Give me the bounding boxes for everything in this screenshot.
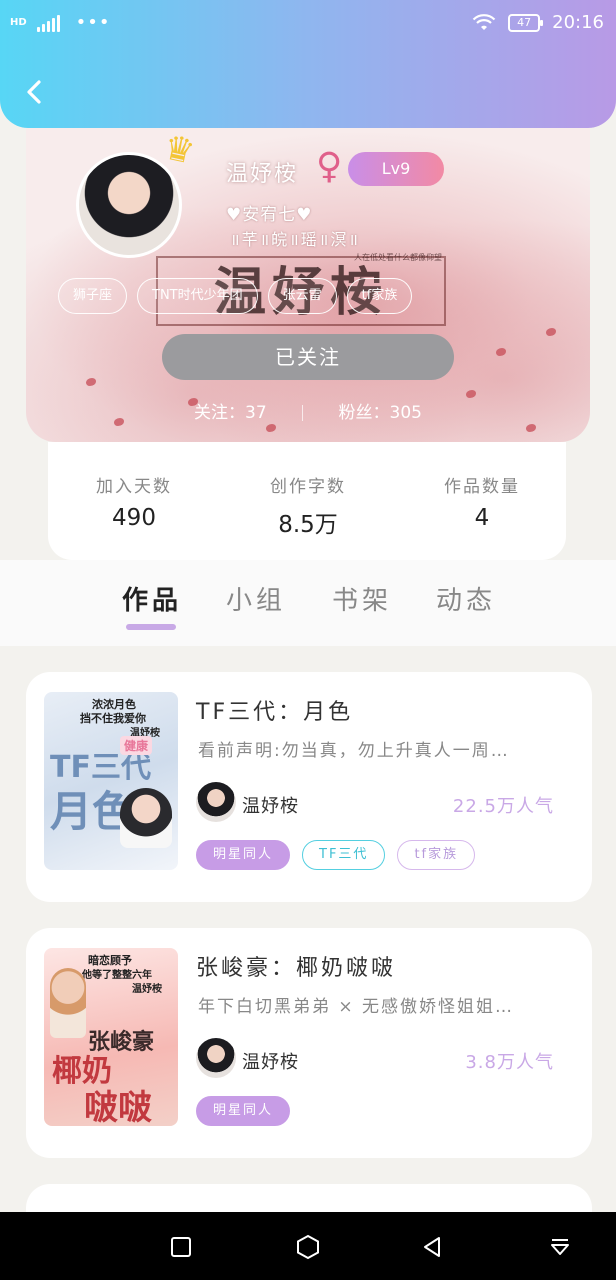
work-tag[interactable]: 明星同人 — [196, 1096, 291, 1126]
cover-text: 温妤桉 — [132, 984, 162, 995]
triangle-back-icon — [424, 1237, 440, 1257]
stat-label: 加入天数 — [96, 477, 172, 497]
cover-text: 健康 — [120, 736, 153, 755]
status-right: 47 20:16 — [472, 12, 604, 33]
work-card[interactable]: 暗恋顾予 他等了整整六年 温妤桉 张峻豪 椰奶 啵啵 张峻豪：椰奶啵啵 年下白切… — [26, 928, 592, 1158]
petal-decoration — [86, 378, 96, 386]
stat-works-count: 作品数量 4 — [412, 472, 552, 531]
author-avatar[interactable] — [196, 1038, 236, 1078]
stat-label: 创作字数 — [270, 477, 346, 497]
clock: 20:16 — [552, 12, 604, 33]
stat-label: 作品数量 — [444, 477, 520, 497]
battery-icon: 47 — [508, 13, 544, 32]
back-button[interactable] — [16, 72, 52, 112]
signal-icon — [36, 14, 60, 32]
recent-apps-button[interactable] — [164, 1230, 198, 1264]
square-icon — [171, 1237, 191, 1257]
work-tags: 明星同人 TF三代 tf家族 — [196, 840, 476, 870]
top-header: HD ••• 47 20:16 — [0, 0, 616, 128]
background-caption: 人在低处看什么都像仰望 — [354, 253, 442, 262]
more-notifications: ••• — [75, 12, 111, 33]
cover-text: 啵啵 — [84, 1088, 152, 1126]
profile-tags: 狮子座 TNT时代少年团 张云雷 tf家族 — [58, 278, 413, 314]
hexagon-icon — [297, 1234, 319, 1260]
active-tab-indicator — [126, 624, 176, 630]
profile-tag[interactable]: tf家族 — [346, 278, 413, 314]
pull-down-icon — [551, 1239, 569, 1255]
back-nav-button[interactable] — [415, 1230, 449, 1264]
divider — [302, 405, 304, 421]
work-tag[interactable]: TF三代 — [302, 840, 386, 870]
profile-tag[interactable]: 张云雷 — [267, 278, 337, 314]
author-name[interactable]: 温妤桉 — [242, 792, 299, 818]
work-title[interactable]: TF三代：月色 — [196, 694, 353, 726]
stat-word-count: 创作字数 8.5万 — [238, 472, 378, 539]
tab-bookshelf[interactable]: 书架 — [332, 580, 392, 617]
fans-count[interactable]: 粉丝：305 — [339, 403, 422, 423]
notification-shade-button[interactable] — [543, 1230, 577, 1264]
stat-value: 8.5万 — [278, 512, 338, 538]
cover-text: 他等了整整六年 — [82, 970, 152, 981]
following-count[interactable]: 关注：37 — [194, 403, 267, 423]
stat-value: 490 — [112, 505, 156, 531]
follow-stats: 关注：37 粉丝：305 — [26, 398, 590, 423]
petal-decoration — [526, 424, 536, 432]
tab-activity[interactable]: 动态 — [436, 580, 496, 617]
stats-card: 加入天数 490 创作字数 8.5万 作品数量 4 — [48, 442, 566, 560]
status-left: HD ••• — [10, 12, 111, 33]
work-cover[interactable]: 浓浓月色 挡不住我爱你 温妤桉 TF三代 月色 健康 — [44, 692, 178, 870]
work-tag[interactable]: 明星同人 — [196, 840, 291, 870]
bio-line-2: ॥芊॥皖॥瑶॥溟॥ — [230, 230, 360, 249]
wifi-icon — [472, 13, 496, 30]
popularity: 22.5万人气 — [452, 796, 554, 817]
work-description: 年下白切黑弟弟 × 无感傲娇怪姐姐… — [198, 997, 515, 1017]
username: 温妤桉 — [226, 162, 299, 187]
level-badge: Lv9 — [348, 152, 444, 186]
petal-decoration — [466, 390, 476, 398]
profile-tag[interactable]: 狮子座 — [58, 278, 128, 314]
status-bar: HD ••• 47 20:16 — [0, 0, 616, 48]
petal-decoration — [496, 348, 506, 356]
work-card[interactable]: 浓浓月色 挡不住我爱你 温妤桉 TF三代 月色 健康 TF三代：月色 看前声明:… — [26, 672, 592, 902]
stat-join-days: 加入天数 490 — [64, 472, 204, 531]
female-icon: ♀ — [316, 146, 343, 187]
cover-figure — [120, 788, 172, 848]
petal-decoration — [266, 424, 276, 432]
tab-works[interactable]: 作品 — [122, 580, 182, 617]
network-type: HD — [10, 16, 27, 28]
profile-card: 温妤桉 人在低处看什么都像仰望 ♛ 温妤桉 ♀ Lv9 ♥安宥七♥ ॥芊॥皖॥瑶… — [26, 128, 590, 442]
work-tags: 明星同人 — [196, 1096, 291, 1126]
author-name[interactable]: 温妤桉 — [242, 1048, 299, 1074]
work-cover[interactable]: 暗恋顾予 他等了整整六年 温妤桉 张峻豪 椰奶 啵啵 — [44, 948, 178, 1126]
profile-tag[interactable]: TNT时代少年团 — [137, 278, 258, 314]
popularity: 3.8万人气 — [465, 1052, 554, 1073]
bio-line-1: ♥安宥七♥ — [226, 205, 313, 225]
follow-button[interactable]: 已关注 — [162, 334, 454, 380]
crown-icon: ♛ — [160, 128, 199, 173]
work-title[interactable]: 张峻豪：椰奶啵啵 — [196, 950, 396, 982]
tabs-bar: 作品 小组 书架 动态 — [0, 560, 616, 646]
cover-figure — [50, 968, 86, 1038]
home-button[interactable] — [291, 1230, 325, 1264]
tab-groups[interactable]: 小组 — [226, 580, 286, 617]
chevron-left-icon — [27, 80, 41, 104]
avatar[interactable] — [76, 152, 182, 258]
author-avatar[interactable] — [196, 782, 236, 822]
stat-value: 4 — [474, 505, 490, 531]
petal-decoration — [546, 328, 556, 336]
work-tag[interactable]: tf家族 — [397, 840, 476, 870]
work-description: 看前声明:勿当真，勿上升真人一周… — [198, 741, 510, 761]
system-nav-bar — [0, 1212, 616, 1280]
